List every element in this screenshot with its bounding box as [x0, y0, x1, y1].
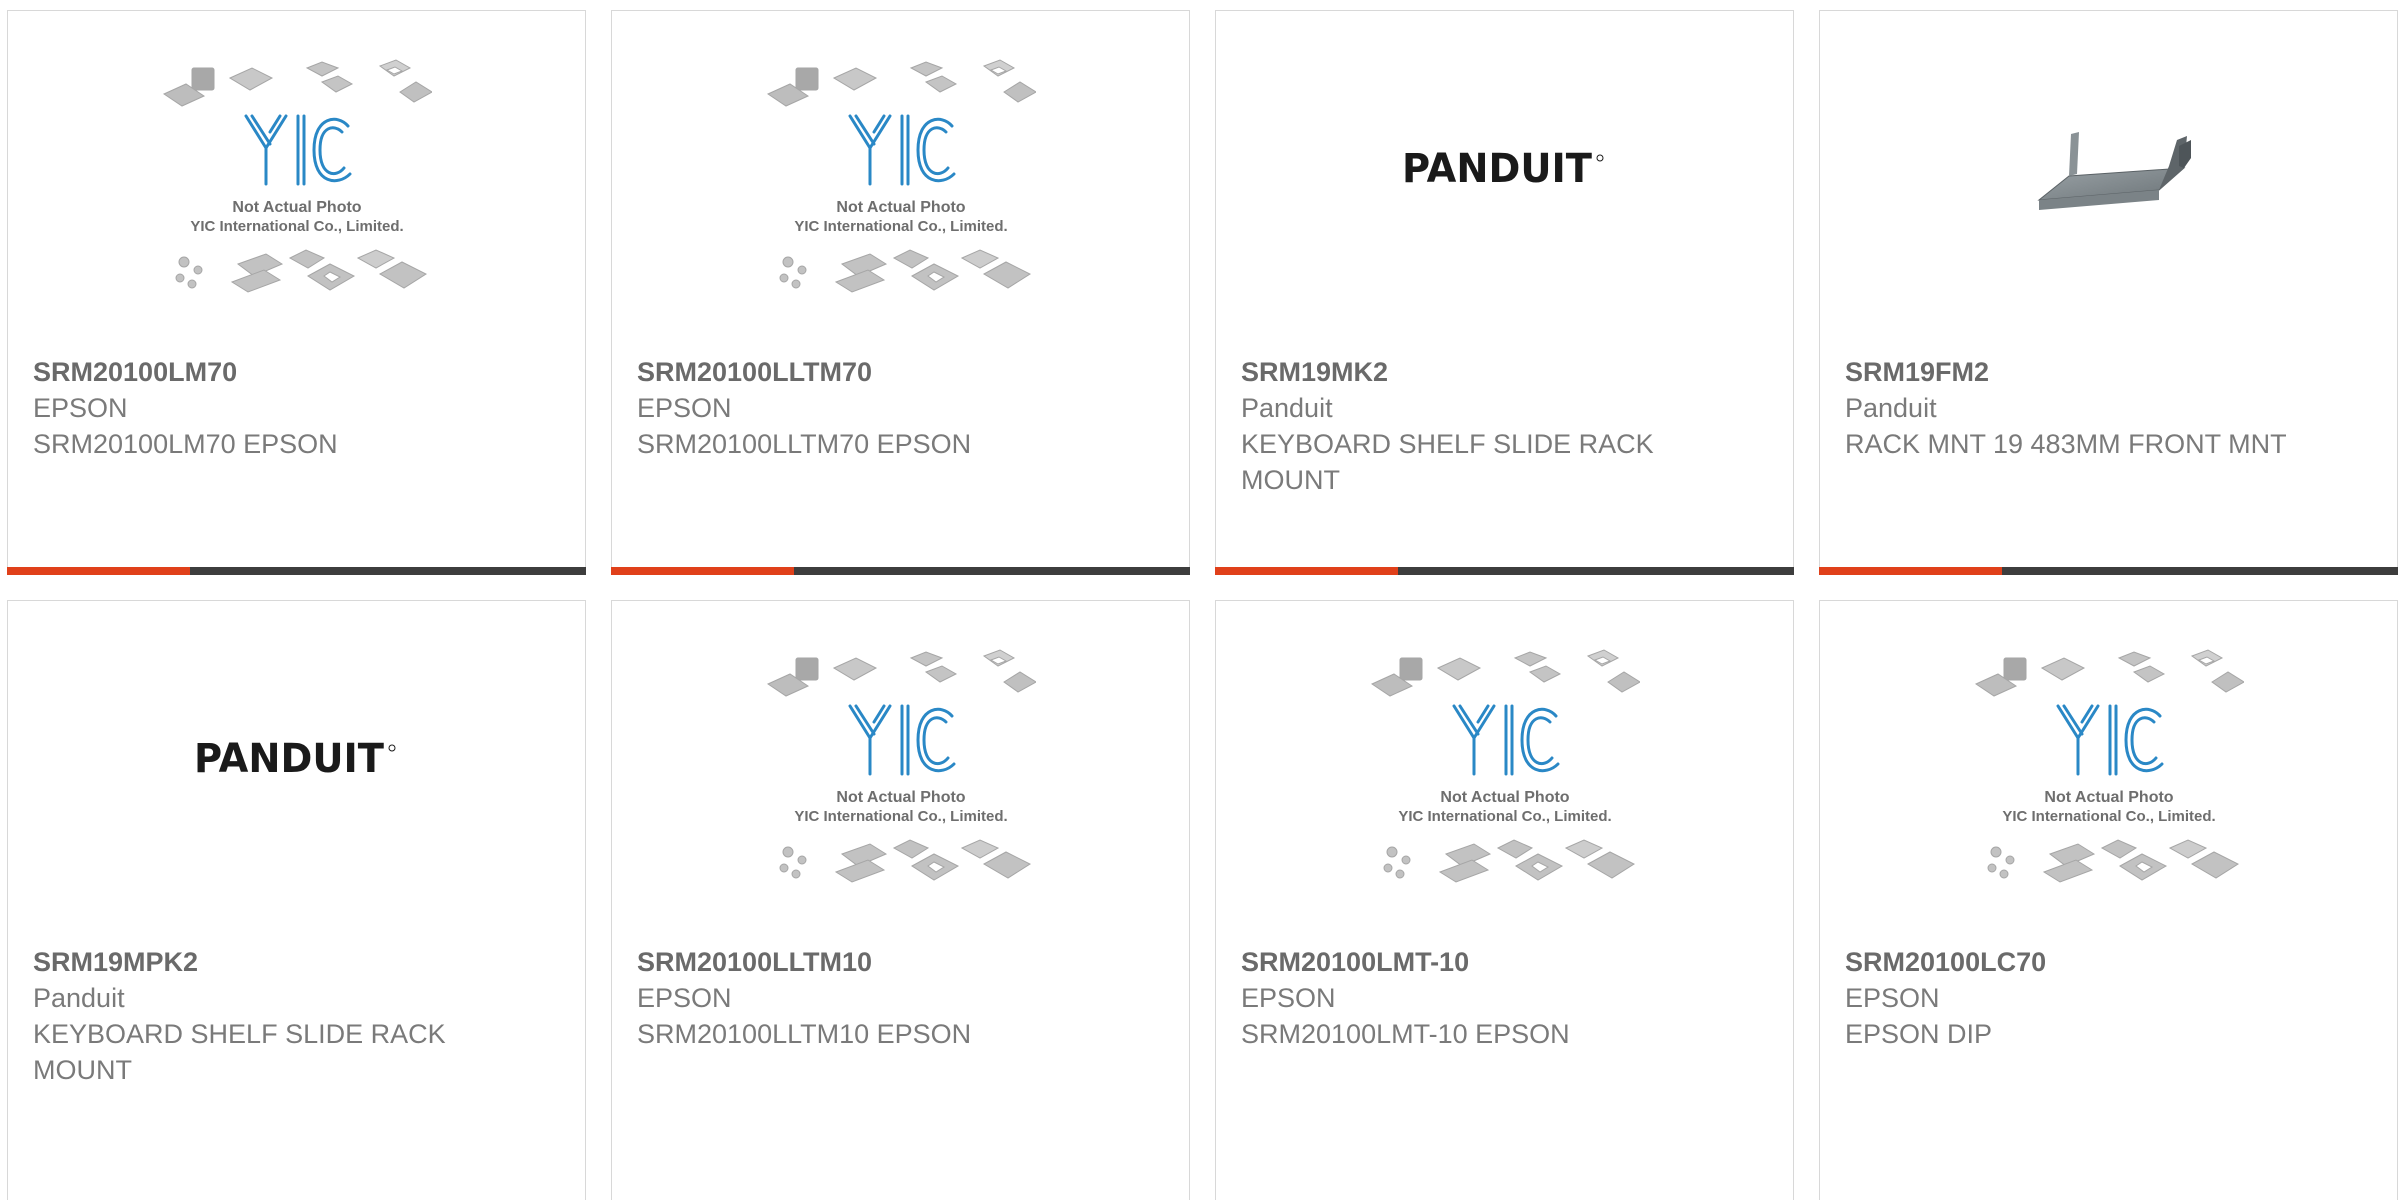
card-bottom-bar	[1215, 567, 1794, 575]
card-accent-bar	[1819, 567, 2002, 575]
yic-placeholder-icon: Not Actual Photo YIC International Co., …	[1370, 649, 1640, 883]
manufacturer-name: EPSON	[1845, 983, 1940, 1013]
product-card[interactable]: Not Actual Photo YIC International Co., …	[1215, 600, 1794, 1200]
yic-placeholder-icon: Not Actual Photo YIC International Co., …	[766, 59, 1036, 293]
placeholder-line2: YIC International Co., Limited.	[2002, 808, 2215, 825]
part-number-link[interactable]: SRM20100LLTM70	[637, 354, 1099, 390]
placeholder-line1: Not Actual Photo	[232, 199, 361, 216]
product-grid: Not Actual Photo YIC International Co., …	[7, 10, 2400, 1200]
svg-text:PANDUIT: PANDUIT	[194, 736, 385, 778]
placeholder-line1: Not Actual Photo	[1440, 789, 1569, 806]
part-number-link[interactable]: SRM19FM2	[1845, 354, 2307, 390]
panduit-logo-icon: PANDUIT	[194, 736, 396, 778]
product-image[interactable]: Not Actual Photo YIC International Co., …	[1820, 601, 2397, 931]
part-number-link[interactable]: SRM20100LLTM10	[637, 944, 1099, 980]
product-info: SRM20100LC70 EPSON EPSON DIP	[1845, 944, 2307, 1052]
yic-placeholder-icon: Not Actual Photo YIC International Co., …	[1974, 649, 2244, 883]
product-description: RACK MNT 19 483MM FRONT MNT	[1845, 429, 2287, 459]
product-description: KEYBOARD SHELF SLIDE RACK MOUNT	[33, 1019, 446, 1085]
product-info: SRM20100LM70 EPSON SRM20100LM70 EPSON	[33, 354, 495, 462]
product-description: KEYBOARD SHELF SLIDE RACK MOUNT	[1241, 429, 1654, 495]
placeholder-line2: YIC International Co., Limited.	[1398, 808, 1611, 825]
product-image[interactable]: Not Actual Photo YIC International Co., …	[1216, 601, 1793, 931]
product-card[interactable]: Not Actual Photo YIC International Co., …	[611, 600, 1190, 1200]
card-accent-bar	[1215, 567, 1398, 575]
product-card[interactable]: PANDUIT SRM19MPK2 Panduit KEYBOARD SHELF S…	[7, 600, 586, 1200]
panduit-logo-icon: PANDUIT	[1402, 146, 1604, 188]
manufacturer-name: Panduit	[33, 983, 125, 1013]
product-card[interactable]: SRM19FM2 Panduit RACK MNT 19 483MM FRONT M…	[1819, 10, 2398, 575]
yic-placeholder-icon: Not Actual Photo YIC International Co., …	[766, 649, 1036, 883]
product-description: SRM20100LMT-10 EPSON	[1241, 1019, 1570, 1049]
card-bottom-bar	[7, 567, 586, 575]
part-number-link[interactable]: SRM20100LMT-10	[1241, 944, 1703, 980]
card-bottom-bar	[611, 567, 1190, 575]
manufacturer-name: Panduit	[1845, 393, 1937, 423]
product-info: SRM19MPK2 Panduit KEYBOARD SHELF SLIDE RAC…	[33, 944, 495, 1088]
manufacturer-name: EPSON	[637, 393, 732, 423]
product-image[interactable]: PANDUIT	[1216, 11, 1793, 341]
card-bottom-bar	[1819, 567, 2398, 575]
product-description: SRM20100LLTM70 EPSON	[637, 429, 972, 459]
product-image[interactable]: Not Actual Photo YIC International Co., …	[8, 11, 585, 341]
part-number-link[interactable]: SRM20100LC70	[1845, 944, 2307, 980]
manufacturer-name: Panduit	[1241, 393, 1333, 423]
product-info: SRM20100LMT-10 EPSON SRM20100LMT-10 EPSON	[1241, 944, 1703, 1052]
product-description: SRM20100LLTM10 EPSON	[637, 1019, 972, 1049]
part-number-link[interactable]: SRM19MK2	[1241, 354, 1703, 390]
product-card[interactable]: PANDUIT SRM19MK2 Panduit KEYBOARD SHELF SL…	[1215, 10, 1794, 575]
card-accent-bar	[7, 567, 190, 575]
placeholder-line2: YIC International Co., Limited.	[190, 218, 403, 235]
product-image[interactable]: Not Actual Photo YIC International Co., …	[612, 601, 1189, 931]
product-card[interactable]: Not Actual Photo YIC International Co., …	[611, 10, 1190, 575]
manufacturer-name: EPSON	[637, 983, 732, 1013]
placeholder-line2: YIC International Co., Limited.	[794, 808, 1007, 825]
part-number-link[interactable]: SRM20100LM70	[33, 354, 495, 390]
placeholder-line2: YIC International Co., Limited.	[794, 218, 1007, 235]
product-image[interactable]: PANDUIT	[8, 601, 585, 931]
placeholder-line1: Not Actual Photo	[2044, 789, 2173, 806]
manufacturer-name: EPSON	[33, 393, 128, 423]
product-info: SRM19FM2 Panduit RACK MNT 19 483MM FRONT M…	[1845, 354, 2307, 462]
yic-placeholder-icon: Not Actual Photo YIC International Co., …	[162, 59, 432, 293]
rack-shelf-icon	[2036, 132, 2191, 210]
svg-text:PANDUIT: PANDUIT	[1402, 146, 1593, 188]
card-accent-bar	[611, 567, 794, 575]
product-image[interactable]	[1820, 11, 2397, 341]
product-card[interactable]: Not Actual Photo YIC International Co., …	[7, 10, 586, 575]
part-number-link[interactable]: SRM19MPK2	[33, 944, 495, 980]
product-description: SRM20100LM70 EPSON	[33, 429, 338, 459]
product-image[interactable]: Not Actual Photo YIC International Co., …	[612, 11, 1189, 341]
placeholder-line1: Not Actual Photo	[836, 199, 965, 216]
product-description: EPSON DIP	[1845, 1019, 1993, 1049]
product-info: SRM19MK2 Panduit KEYBOARD SHELF SLIDE RACK…	[1241, 354, 1703, 498]
placeholder-line1: Not Actual Photo	[836, 789, 965, 806]
product-info: SRM20100LLTM10 EPSON SRM20100LLTM10 EPSON	[637, 944, 1099, 1052]
product-card[interactable]: Not Actual Photo YIC International Co., …	[1819, 600, 2398, 1200]
manufacturer-name: EPSON	[1241, 983, 1336, 1013]
product-info: SRM20100LLTM70 EPSON SRM20100LLTM70 EPSON	[637, 354, 1099, 462]
